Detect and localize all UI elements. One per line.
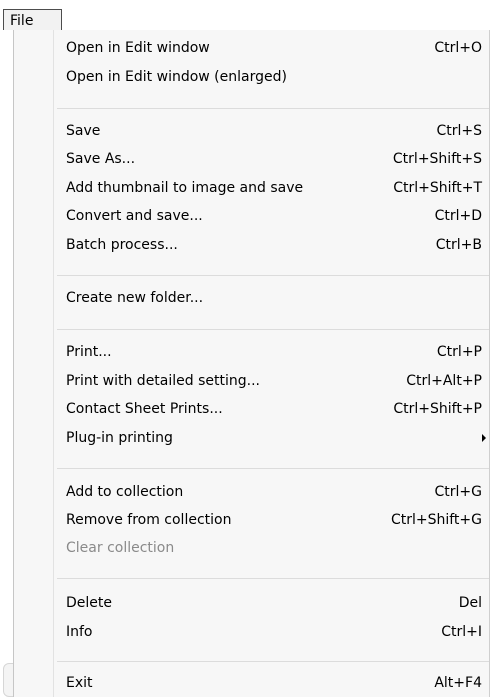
menu-item-remove-from-collection[interactable]: Remove from collection Ctrl+Shift+G [66,507,482,533]
menu-separator [57,275,489,276]
menu-item-open-edit-window[interactable]: Open in Edit window Ctrl+O [66,35,482,61]
menu-item-label: Info [66,624,93,640]
menu-item-label: Plug-in printing [66,430,173,446]
menu-item-label: Save As... [66,151,136,167]
menu-item-shortcut: Ctrl+Shift+T [393,180,482,196]
menu-separator [57,578,489,579]
menu-item-shortcut: Ctrl+Shift+P [393,401,482,417]
menu-item-label: Convert and save... [66,208,203,224]
menu-item-info[interactable]: Info Ctrl+I [66,619,482,645]
menu-separator [57,661,489,662]
menu-item-shortcut: Ctrl+Alt+P [406,373,482,389]
menu-item-label: Add thumbnail to image and save [66,180,304,196]
menu-item-label: Print... [66,344,112,360]
menu-item-print-detailed-setting[interactable]: Print with detailed setting... Ctrl+Alt+… [66,368,482,394]
screen: File Open in Edit window Ctrl+O Open in … [0,0,491,697]
menu-item-save[interactable]: Save Ctrl+S [66,118,482,144]
menu-item-label: Batch process... [66,237,178,253]
menu-item-exit[interactable]: Exit Alt+F4 [66,670,482,696]
menu-item-shortcut: Del [458,595,482,611]
menu-item-label: Add to collection [66,484,184,500]
menu-item-label: Create new folder... [66,290,204,306]
menu-separator [57,108,489,109]
menu-item-shortcut: Ctrl+B [435,237,482,253]
submenu-arrow-icon [482,434,486,442]
file-dropdown-menu: Open in Edit window Ctrl+O Open in Edit … [13,30,490,697]
menu-item-shortcut: Ctrl+Shift+S [392,151,482,167]
menu-item-label: Save [66,123,101,139]
menu-item-plug-in-printing[interactable]: Plug-in printing [66,425,486,451]
menu-icon-gutter [14,30,54,697]
menu-item-shortcut: Ctrl+G [434,484,483,500]
file-menu-button[interactable]: File [3,9,62,30]
menu-item-label: Open in Edit window [66,40,210,56]
menu-item-label: Clear collection [66,540,175,556]
menu-item-add-thumbnail[interactable]: Add thumbnail to image and save Ctrl+Shi… [66,175,482,201]
menu-item-shortcut: Ctrl+P [436,344,482,360]
menu-item-shortcut: Ctrl+S [436,123,482,139]
menu-item-label: Open in Edit window (enlarged) [66,69,287,85]
menu-item-label: Remove from collection [66,512,232,528]
menu-item-shortcut: Ctrl+I [441,624,482,640]
menu-item-contact-sheet-prints[interactable]: Contact Sheet Prints... Ctrl+Shift+P [66,396,482,422]
menu-item-convert-and-save[interactable]: Convert and save... Ctrl+D [66,203,482,229]
menu-item-label: Exit [66,675,93,691]
menu-item-save-as[interactable]: Save As... Ctrl+Shift+S [66,146,482,172]
menu-separator [57,329,489,330]
menu-item-label: Contact Sheet Prints... [66,401,223,417]
menu-item-add-to-collection[interactable]: Add to collection Ctrl+G [66,479,482,505]
menu-item-shortcut: Ctrl+D [434,208,482,224]
menu-item-create-new-folder[interactable]: Create new folder... [66,285,482,311]
menu-item-label: Delete [66,595,112,611]
file-menu-label: File [10,13,34,29]
menu-bar: File [0,0,491,30]
menu-item-delete[interactable]: Delete Del [66,590,482,616]
menu-item-shortcut: Alt+F4 [434,675,482,691]
menu-separator [57,468,489,469]
menu-item-open-edit-window-enlarged[interactable]: Open in Edit window (enlarged) [66,64,482,90]
menu-item-shortcut: Ctrl+O [434,40,482,56]
menu-item-batch-process[interactable]: Batch process... Ctrl+B [66,232,482,258]
menu-item-clear-collection[interactable]: Clear collection [66,535,482,561]
menu-item-label: Print with detailed setting... [66,373,260,389]
menu-item-shortcut: Ctrl+Shift+G [390,512,482,528]
menu-item-print[interactable]: Print... Ctrl+P [66,339,482,365]
